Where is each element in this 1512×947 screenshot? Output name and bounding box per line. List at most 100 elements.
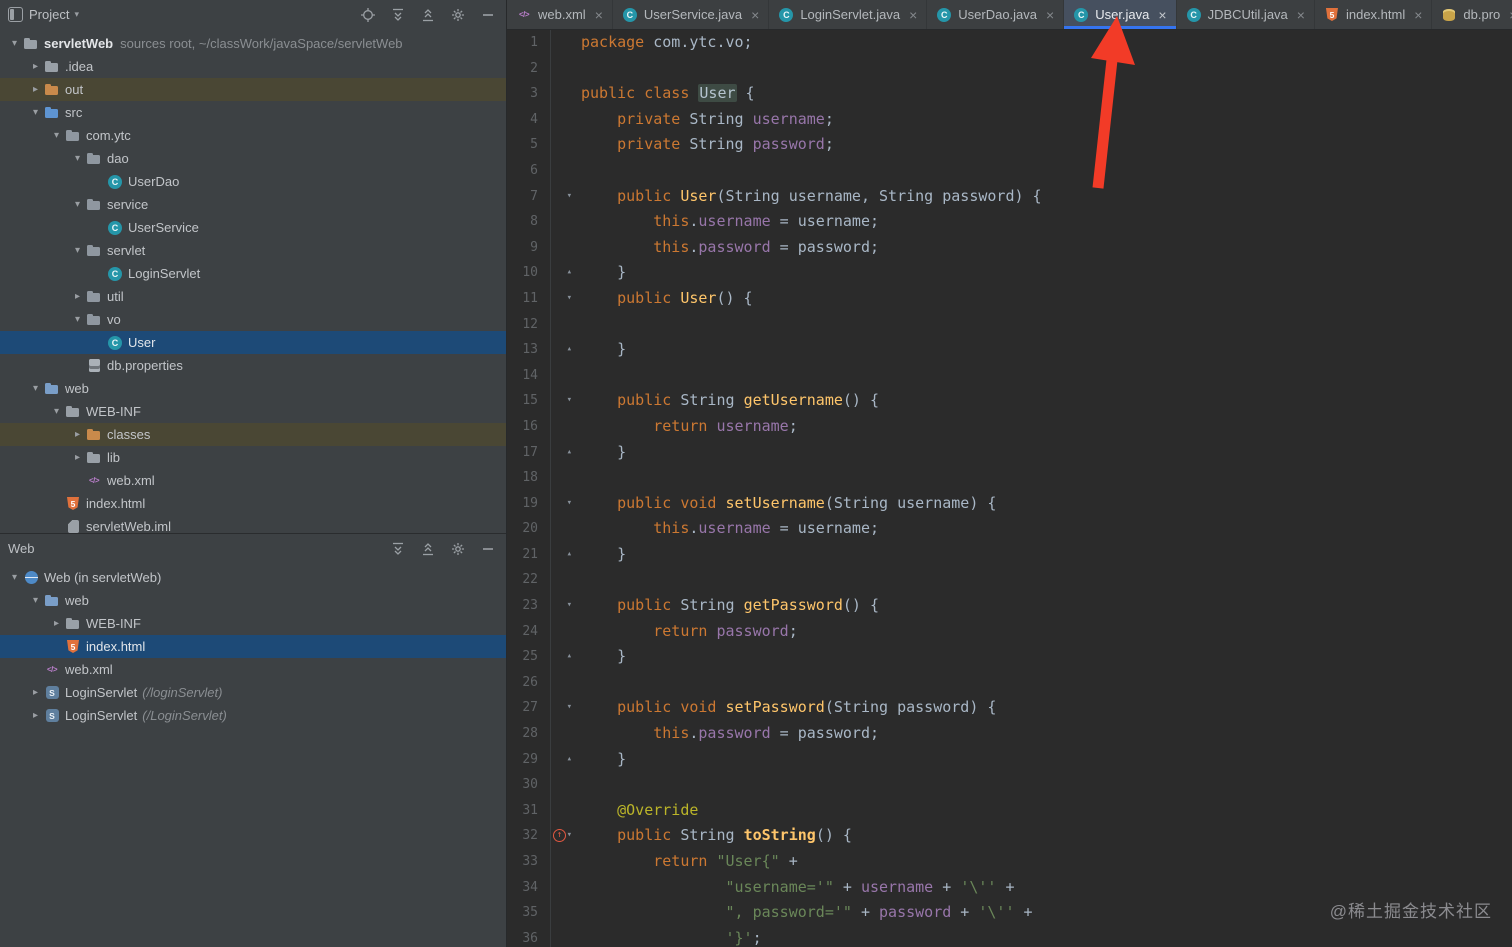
close-tab-icon[interactable]: × (1046, 8, 1054, 22)
fold-start-icon[interactable]: ▾ (567, 491, 572, 517)
chevron-down-icon[interactable]: ▾ (74, 9, 79, 20)
fold-start-icon[interactable]: ▾ (567, 695, 572, 721)
db-icon (1441, 7, 1457, 23)
fold-start-icon[interactable]: ▾ (567, 286, 572, 312)
tab-db-pro[interactable]: db.pro× (1432, 0, 1512, 29)
close-tab-icon[interactable]: × (909, 8, 917, 22)
settings-gear-button[interactable] (450, 541, 466, 557)
chevron-expanded-icon[interactable]: ▾ (48, 130, 65, 141)
project-item-idea[interactable]: ▸ .idea (0, 55, 506, 78)
project-item-out[interactable]: ▸ out (0, 78, 506, 101)
project-item-loginservlet[interactable]: LoginServlet (0, 262, 506, 285)
chevron-collapsed-icon[interactable]: ▸ (69, 429, 86, 440)
expand-all-button[interactable] (390, 7, 406, 23)
web-item-web[interactable]: ▾ web (0, 589, 506, 612)
code-text: } (581, 647, 627, 666)
chevron-collapsed-icon[interactable]: ▸ (27, 61, 44, 72)
project-item-servletweb[interactable]: ▾ servletWeb sources root, ~/classWork/jav… (0, 32, 506, 55)
collapse-all-button[interactable] (420, 7, 436, 23)
code-editor[interactable]: 1 package com.ytc.vo; 2 3 public class User … (507, 30, 1512, 947)
chevron-expanded-icon[interactable]: ▾ (69, 199, 86, 210)
project-item-index-html[interactable]: index.html (0, 492, 506, 515)
fold-start-icon[interactable]: ▾ (567, 388, 572, 414)
tab-userservice-java[interactable]: UserService.java × (613, 0, 770, 29)
fold-end-icon[interactable]: ▴ (567, 644, 572, 670)
chevron-collapsed-icon[interactable]: ▸ (69, 452, 86, 463)
gutter (551, 670, 579, 696)
project-item-com-ytc[interactable]: ▾ com.ytc (0, 124, 506, 147)
chevron-expanded-icon[interactable]: ▾ (27, 107, 44, 118)
collapse-all-button[interactable] (420, 541, 436, 557)
close-tab-icon[interactable]: × (1414, 8, 1422, 22)
chevron-expanded-icon[interactable]: ▾ (69, 153, 86, 164)
chevron-collapsed-icon[interactable]: ▸ (27, 710, 44, 721)
code-text: public User(String username, String pass… (617, 186, 1042, 205)
project-item-dao[interactable]: ▾ dao (0, 147, 506, 170)
project-item-user[interactable]: User (0, 331, 506, 354)
fold-end-icon[interactable]: ▴ (567, 337, 572, 363)
project-item-classes[interactable]: ▸ classes (0, 423, 506, 446)
tab-jdbcutil-java[interactable]: JDBCUtil.java × (1177, 0, 1315, 29)
fold-end-icon[interactable]: ▴ (567, 440, 572, 466)
close-tab-icon[interactable]: × (1297, 8, 1305, 22)
project-item-db-properties[interactable]: db.properties (0, 354, 506, 377)
web-item-web-in-servletweb[interactable]: ▾ Web (in servletWeb) (0, 566, 506, 589)
chevron-collapsed-icon[interactable]: ▸ (27, 687, 44, 698)
code-text: } (581, 544, 627, 563)
project-item-web[interactable]: ▾ web (0, 377, 506, 400)
project-item-servlet[interactable]: ▾ servlet (0, 239, 506, 262)
fold-start-icon[interactable]: ▾ (567, 593, 572, 619)
project-item-service[interactable]: ▾ service (0, 193, 506, 216)
tab-user-java[interactable]: User.java × (1064, 0, 1177, 29)
hide-panel-button[interactable] (480, 541, 496, 557)
project-item-vo[interactable]: ▾ vo (0, 308, 506, 331)
web-item-loginservlet[interactable]: ▸ LoginServlet (/loginServlet) (0, 681, 506, 704)
project-item-util[interactable]: ▸ util (0, 285, 506, 308)
project-item-userdao[interactable]: UserDao (0, 170, 506, 193)
chevron-expanded-icon[interactable]: ▾ (69, 314, 86, 325)
settings-gear-button[interactable] (450, 7, 466, 23)
close-tab-icon[interactable]: × (1158, 8, 1166, 22)
expand-all-button[interactable] (390, 541, 406, 557)
project-item-servletweb-iml[interactable]: servletWeb.iml (0, 515, 506, 533)
code-text: return password; (653, 621, 798, 640)
web-item-index-html[interactable]: index.html (0, 635, 506, 658)
tab-index-html[interactable]: index.html × (1315, 0, 1433, 29)
chevron-collapsed-icon[interactable]: ▸ (48, 618, 65, 629)
tab-loginservlet-java[interactable]: LoginServlet.java × (769, 0, 928, 29)
tab-web-xml[interactable]: web.xml × (507, 0, 613, 29)
chevron-expanded-icon[interactable]: ▾ (27, 595, 44, 606)
chevron-expanded-icon[interactable]: ▾ (6, 38, 23, 49)
project-item-userservice[interactable]: UserService (0, 216, 506, 239)
web-item-web-inf[interactable]: ▸ WEB-INF (0, 612, 506, 635)
project-item-web-inf[interactable]: ▾ WEB-INF (0, 400, 506, 423)
package-icon (86, 197, 102, 213)
project-toolwindow-title[interactable]: Project (29, 7, 69, 22)
project-item-lib[interactable]: ▸ lib (0, 446, 506, 469)
fold-end-icon[interactable]: ▴ (567, 260, 572, 286)
close-tab-icon[interactable]: × (751, 8, 759, 22)
fold-end-icon[interactable]: ▴ (567, 542, 572, 568)
close-tab-icon[interactable]: × (595, 8, 603, 22)
project-item-src[interactable]: ▾ src (0, 101, 506, 124)
item-label: servletWeb (44, 36, 114, 51)
fold-start-icon[interactable]: ▾ (567, 823, 572, 849)
fold-start-icon[interactable]: ▾ (567, 184, 572, 210)
fold-end-icon[interactable]: ▴ (567, 747, 572, 773)
hide-panel-button[interactable] (480, 7, 496, 23)
chevron-expanded-icon[interactable]: ▾ (48, 406, 65, 417)
code-line-12: 12 (507, 311, 1512, 338)
web-item-loginservlet[interactable]: ▸ LoginServlet (/LoginServlet) (0, 704, 506, 727)
chevron-collapsed-icon[interactable]: ▸ (69, 291, 86, 302)
chevron-expanded-icon[interactable]: ▾ (27, 383, 44, 394)
chevron-expanded-icon[interactable]: ▾ (69, 245, 86, 256)
project-item-web-xml[interactable]: web.xml (0, 469, 506, 492)
locate-target-button[interactable] (360, 7, 376, 23)
overrides-icon[interactable]: ↑ (553, 829, 566, 843)
tab-userdao-java[interactable]: UserDao.java × (927, 0, 1065, 29)
code-line-20: 20 this.username = username; (507, 516, 1512, 542)
chevron-expanded-icon[interactable]: ▾ (6, 572, 23, 583)
code-text: private String username; (617, 109, 834, 128)
web-item-web-xml[interactable]: web.xml (0, 658, 506, 681)
chevron-collapsed-icon[interactable]: ▸ (27, 84, 44, 95)
